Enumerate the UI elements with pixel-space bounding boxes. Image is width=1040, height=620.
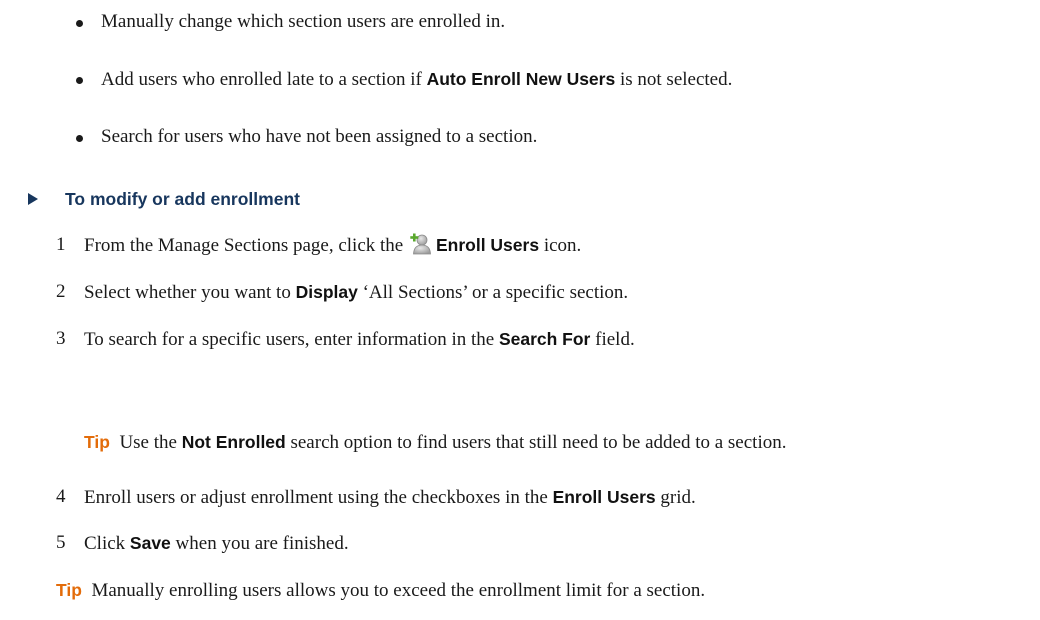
triangle-arrow-icon (28, 193, 38, 205)
list-item-text: Search for users who have not been assig… (101, 126, 538, 147)
tip-label: Tip (84, 432, 110, 452)
step-number: 2 (56, 281, 66, 302)
bullet-icon (76, 20, 83, 27)
ui-term: Search For (498, 329, 591, 349)
tip-note: Tip Use the Not Enrolled search option t… (84, 432, 787, 453)
ui-term: Not Enrolled (181, 432, 286, 452)
procedure-title: To modify or add enrollment (65, 189, 300, 209)
step-text: To search for a specific users, enter in… (84, 329, 635, 350)
list-item-text: Manually change which section users are … (101, 11, 506, 32)
enroll-users-icon (410, 233, 432, 255)
step-text: Select whether you want to Display ‘All … (84, 282, 629, 303)
step-number: 4 (56, 486, 66, 507)
tip-label: Tip (56, 580, 82, 600)
ui-term: Enroll Users (435, 235, 540, 255)
tip-note: Tip Manually enrolling users allows you … (56, 578, 705, 603)
ui-term: Auto Enroll New Users (426, 69, 616, 89)
ui-term: Enroll Users (552, 487, 656, 507)
step-text: From the Manage Sections page, click the… (84, 233, 582, 256)
step-text: Click Save when you are finished. (84, 533, 349, 554)
list-item-text: Add users who enrolled late to a section… (101, 69, 733, 90)
step-number: 1 (56, 234, 66, 255)
bullet-icon (76, 77, 83, 84)
step-number: 5 (56, 532, 66, 553)
tip-text: Manually enrolling users allows you to e… (91, 580, 706, 601)
step-number: 3 (56, 328, 66, 349)
ui-term: Display (295, 282, 358, 302)
step-text: Enroll users or adjust enrollment using … (84, 487, 696, 508)
ui-term: Save (129, 533, 171, 553)
bullet-icon (76, 135, 83, 142)
